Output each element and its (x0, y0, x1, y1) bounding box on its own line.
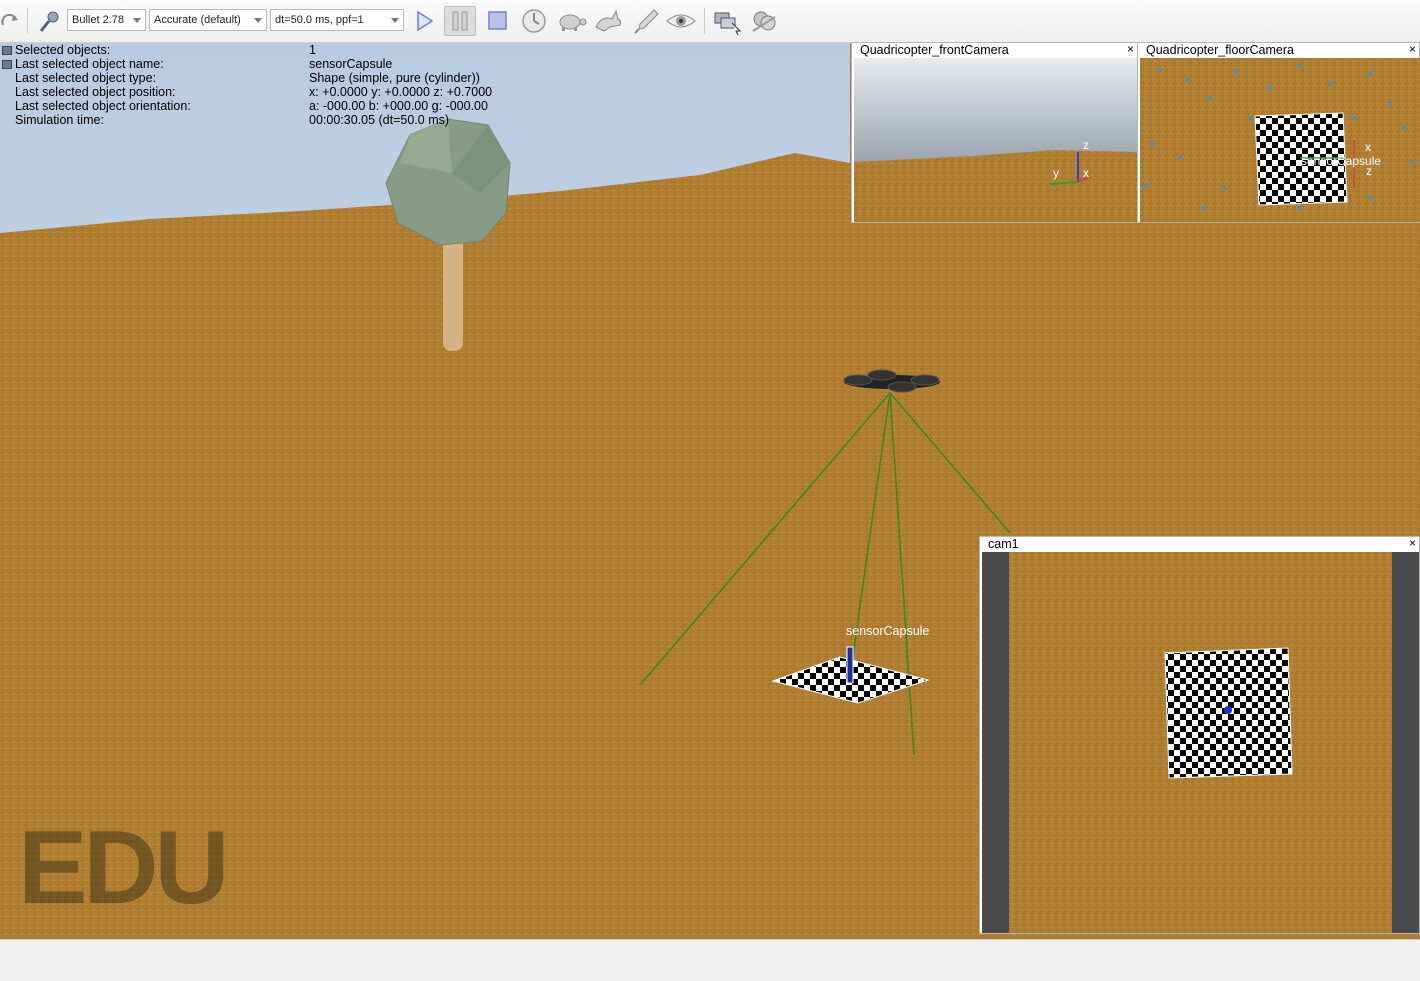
front-camera-view[interactable]: Quadricopter_frontCamera × z y x (851, 42, 1138, 223)
info-value: a: -000.00 b: +000.00 g: -000.00 (309, 99, 488, 113)
speed-up-icon[interactable] (591, 6, 625, 36)
info-value: Shape (simple, pure (cylinder)) (309, 71, 480, 85)
floor-camera-view[interactable]: Quadricopter_floorCamera × x z sensorCap… (1137, 42, 1420, 223)
slow-down-icon[interactable] (554, 6, 588, 36)
chevron-down-icon (133, 18, 141, 23)
chevron-down-icon (254, 18, 262, 23)
info-value: x: +0.0000 y: +0.0000 z: +0.7000 (309, 85, 493, 99)
threaded-rendering-icon[interactable] (630, 6, 662, 36)
accuracy-select[interactable]: Accurate (default) (149, 9, 267, 31)
info-label: Simulation time: (15, 113, 104, 127)
edu-watermark: EDU (18, 810, 230, 926)
cam1-view[interactable]: cam1 × (979, 536, 1420, 934)
close-icon[interactable]: × (1127, 42, 1134, 57)
object-label: sensorCapsule (1301, 154, 1382, 168)
redo-icon[interactable] (0, 6, 22, 36)
front-camera-title: Quadricopter_frontCamera (860, 43, 1009, 57)
info-label: Last selected object position: (15, 85, 176, 99)
stop-icon[interactable] (483, 6, 511, 36)
front-camera-image: z y x (854, 58, 1137, 222)
status-bar (0, 939, 1420, 981)
toolbar: Bullet 2.78 Accurate (default) dt=50.0 m… (0, 0, 1420, 43)
timestep-select[interactable]: dt=50.0 ms, ppf=1 (270, 9, 404, 31)
physics-engine-value: Bullet 2.78 (72, 14, 124, 26)
floor-camera-title: Quadricopter_floorCamera (1146, 43, 1294, 57)
chevron-down-icon (391, 18, 399, 23)
axis-x-label: x (1083, 166, 1089, 180)
info-value: 00:00:30.05 (dt=50.0 ms) (309, 113, 450, 127)
cam1-title: cam1 (988, 537, 1019, 551)
tree-trunk (443, 233, 463, 351)
object-label: sensorCapsule (846, 624, 930, 638)
play-icon[interactable] (410, 6, 438, 36)
front-camera-title-bar[interactable]: Quadricopter_frontCamera × (852, 42, 1137, 58)
floor-camera-image: x z sensorCapsule (1140, 58, 1420, 222)
cam1-image (982, 552, 1419, 933)
physics-engine-select[interactable]: Bullet 2.78 (67, 9, 146, 31)
close-icon[interactable]: × (1409, 42, 1416, 57)
toolbar-separator (704, 8, 705, 34)
select-icon[interactable] (36, 6, 64, 36)
axis-x-label: x (1365, 140, 1371, 154)
model-browser-icon[interactable] (748, 6, 782, 36)
close-icon[interactable]: × (1409, 536, 1416, 551)
visualization-icon[interactable] (664, 6, 698, 36)
expand-icon[interactable] (2, 60, 12, 69)
info-label: Selected objects: (15, 43, 111, 57)
collapse-icon[interactable] (2, 46, 12, 55)
pause-icon[interactable] (444, 6, 476, 36)
info-label: Last selected object type: (15, 71, 157, 85)
timestep-value: dt=50.0 ms, ppf=1 (275, 14, 364, 26)
realtime-icon[interactable] (518, 6, 550, 36)
scene-selector-icon[interactable] (711, 6, 745, 36)
toolbar-separator (27, 8, 28, 34)
axis-y-label: y (1053, 166, 1059, 180)
sensor-capsule[interactable] (846, 646, 854, 684)
floor-camera-title-bar[interactable]: Quadricopter_floorCamera × (1138, 42, 1419, 58)
info-value: sensorCapsule (309, 57, 393, 71)
info-label: Last selected object name: (15, 57, 164, 71)
axis-z-label: z (1083, 138, 1089, 152)
info-label: Last selected object orientation: (15, 99, 191, 113)
cam1-title-bar[interactable]: cam1 × (980, 536, 1419, 552)
accuracy-value: Accurate (default) (154, 14, 241, 26)
info-value: 1 (309, 43, 316, 57)
